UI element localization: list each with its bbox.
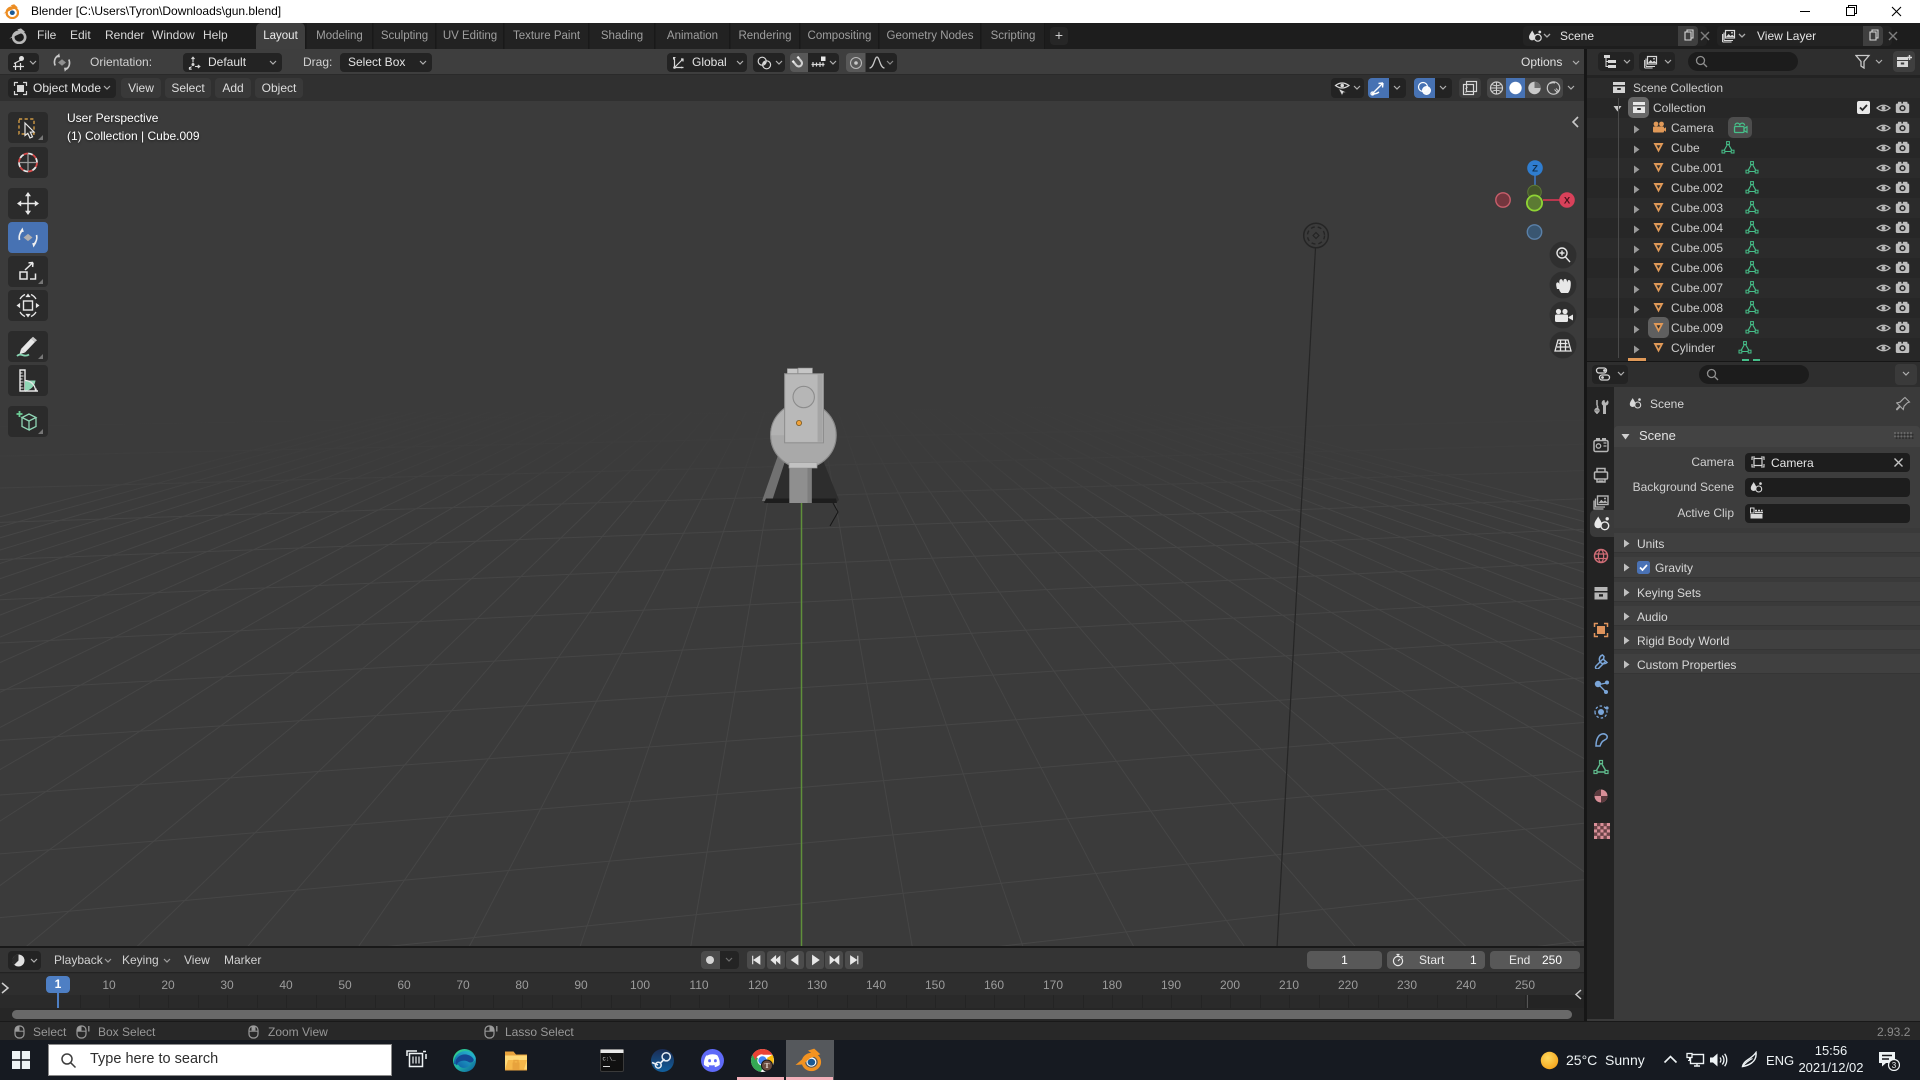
svg-text:Z: Z	[1532, 164, 1538, 175]
svg-text:C:\_: C:\_	[603, 1056, 617, 1063]
svg-text:3: 3	[1892, 1061, 1897, 1070]
svg-text:X: X	[1564, 196, 1571, 207]
svg-text:T: T	[764, 1061, 769, 1070]
